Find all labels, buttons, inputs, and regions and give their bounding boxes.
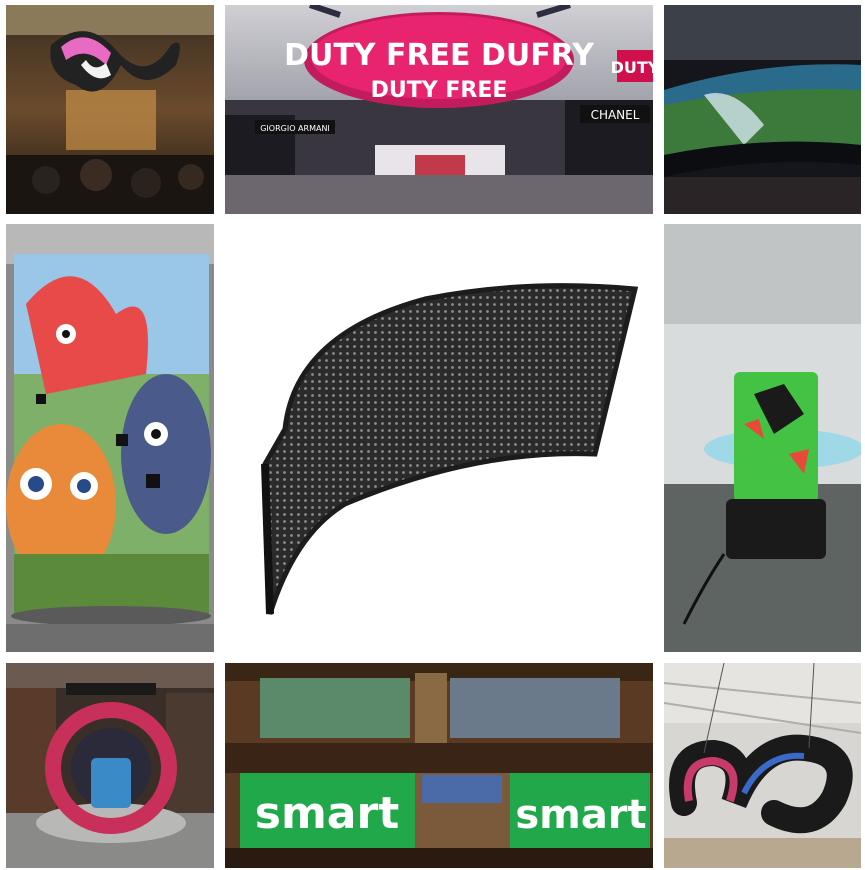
shop-left-text: GIORGIO ARMANI (260, 124, 330, 133)
photo-flexible-led-module (225, 224, 653, 652)
photo-cylinder-led-cartoon (6, 224, 214, 652)
sign-bottom-text: DUTY FREE (371, 78, 508, 103)
photo-ribbon-led-lobby (6, 5, 214, 214)
sign-top-text: DUTY FREE DUFRY (284, 38, 595, 73)
photo-small-cylinder-led (664, 224, 861, 652)
photo-hanging-ribbon-led (664, 663, 861, 868)
shop-right-text: CHANEL (591, 108, 640, 122)
photo-smart-led-desk: smart smart (225, 663, 653, 868)
smart-sign-right: smart (515, 792, 646, 838)
sign-right-text: DUTY (611, 58, 653, 77)
photo-ring-led-booth (6, 663, 214, 868)
photo-duty-free-sign: DUTY FREE DUFRY DUTY FREE DUTY GIORGIO A… (225, 5, 653, 214)
smart-sign-left: smart (255, 788, 399, 839)
photo-curved-led-wall (664, 5, 861, 214)
